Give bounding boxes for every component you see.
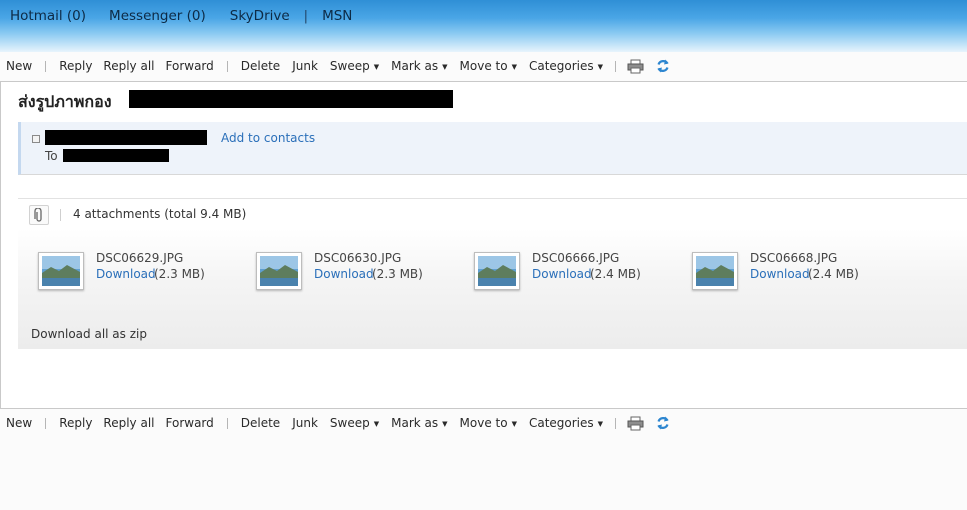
attachment-download-link[interactable]: Download: [314, 267, 374, 281]
image-thumbnail-icon[interactable]: [474, 252, 520, 290]
categories-menu[interactable]: Categories ▼: [529, 59, 603, 73]
sweep-label: Sweep: [329, 416, 370, 430]
mark-as-label: Mark as: [391, 59, 439, 73]
skydrive-link[interactable]: SkyDrive: [230, 8, 290, 24]
attachment-filename: DSC06630.JPG: [314, 251, 402, 265]
attachment-size: (2.3 MB): [372, 267, 423, 281]
attachment-filename: DSC06666.JPG: [532, 251, 620, 265]
mark-as-menu[interactable]: Mark as ▼: [391, 416, 447, 430]
reply-button[interactable]: Reply: [59, 59, 92, 73]
attachment-item: DSC06668.JPG Download (2.4 MB): [692, 250, 912, 294]
mark-as-menu[interactable]: Mark as ▼: [391, 59, 447, 73]
move-to-label: Move to: [459, 416, 508, 430]
printer-icon[interactable]: [626, 415, 644, 431]
message-subject: ส่งรูปภาพกอง: [18, 92, 112, 111]
sweep-menu[interactable]: Sweep ▼: [330, 416, 379, 430]
move-to-menu[interactable]: Move to ▼: [460, 416, 517, 430]
hotmail-link[interactable]: Hotmail (0): [10, 8, 86, 24]
chevron-down-icon: ▼: [511, 63, 517, 71]
image-thumbnail-icon[interactable]: [256, 252, 302, 290]
chevron-down-icon: ▼: [597, 420, 604, 428]
attachments-divider: [60, 209, 61, 221]
sender-pane: Add to contacts To: [18, 122, 967, 175]
attachment-download-link[interactable]: Download: [750, 267, 810, 281]
categories-label: Categories: [528, 59, 594, 73]
toolbar-divider: [226, 60, 228, 72]
new-button[interactable]: New: [6, 59, 32, 73]
toolbar-divider: [615, 60, 617, 72]
redacted-sender: [45, 130, 207, 145]
toolbar-divider: [226, 417, 228, 429]
toolbar-divider: [615, 417, 617, 429]
collapse-toggle-icon[interactable]: [32, 135, 40, 143]
attachment-size: (2.3 MB): [154, 267, 205, 281]
add-to-contacts-link[interactable]: Add to contacts: [221, 131, 315, 145]
attachment-download-link[interactable]: Download: [532, 267, 592, 281]
attachment-size: (2.4 MB): [590, 267, 641, 281]
nav-separator: |: [303, 8, 309, 24]
attachment-item: DSC06666.JPG Download (2.4 MB): [474, 250, 694, 294]
move-to-menu[interactable]: Move to ▼: [460, 59, 517, 73]
delete-button[interactable]: Delete: [241, 416, 280, 430]
delete-button[interactable]: Delete: [241, 59, 280, 73]
to-label: To: [45, 149, 58, 163]
chevron-down-icon: ▼: [373, 63, 380, 71]
chevron-down-icon: ▼: [597, 63, 604, 71]
messenger-link[interactable]: Messenger (0): [109, 8, 206, 24]
junk-button[interactable]: Junk: [292, 59, 318, 73]
reply-button[interactable]: Reply: [59, 416, 92, 430]
chevron-down-icon: ▼: [373, 420, 380, 428]
download-all-zip-link[interactable]: Download all as zip: [31, 327, 147, 341]
forward-button[interactable]: Forward: [166, 59, 214, 73]
message-pane: ส่งรูปภาพกอง Add to contacts To 4 attach…: [0, 81, 967, 409]
refresh-icon[interactable]: [654, 415, 672, 431]
msn-link[interactable]: MSN: [322, 8, 352, 24]
toolbar-divider: [45, 417, 47, 429]
sweep-menu[interactable]: Sweep ▼: [330, 59, 379, 73]
attachment-filename: DSC06668.JPG: [750, 251, 838, 265]
mark-as-label: Mark as: [391, 416, 439, 430]
image-thumbnail-icon[interactable]: [38, 252, 84, 290]
move-to-label: Move to: [459, 59, 508, 73]
toolbar-divider: [45, 60, 47, 72]
message-toolbar-top: New Reply Reply all Forward Delete Junk …: [0, 55, 967, 77]
chevron-down-icon: ▼: [511, 420, 517, 428]
chevron-down-icon: ▼: [442, 63, 448, 71]
categories-menu[interactable]: Categories ▼: [529, 416, 603, 430]
reply-all-button[interactable]: Reply all: [103, 59, 154, 73]
paperclip-icon: [29, 205, 49, 225]
attachment-filename: DSC06629.JPG: [96, 251, 184, 265]
image-thumbnail-icon[interactable]: [692, 252, 738, 290]
message-toolbar-bottom: New Reply Reply all Forward Delete Junk …: [0, 412, 967, 434]
attachment-size: (2.4 MB): [808, 267, 859, 281]
attachment-item: DSC06630.JPG Download (2.3 MB): [256, 250, 476, 294]
junk-button[interactable]: Junk: [292, 416, 318, 430]
attachment-download-link[interactable]: Download: [96, 267, 156, 281]
redacted-recipient: [63, 149, 169, 162]
sweep-label: Sweep: [329, 59, 370, 73]
chevron-down-icon: ▼: [442, 420, 448, 428]
attachments-header: 4 attachments (total 9.4 MB): [18, 198, 967, 231]
attachment-item: DSC06629.JPG Download (2.3 MB): [38, 250, 258, 294]
refresh-icon[interactable]: [654, 58, 672, 74]
top-header: Hotmail (0) Messenger (0) SkyDrive | MSN: [0, 0, 967, 52]
header-nav: Hotmail (0) Messenger (0) SkyDrive | MSN: [0, 6, 352, 26]
redacted-subject: [129, 90, 453, 108]
printer-icon[interactable]: [626, 58, 644, 74]
attachments-summary: 4 attachments (total 9.4 MB): [73, 207, 247, 221]
new-button[interactable]: New: [6, 416, 32, 430]
attachments-panel: DSC06629.JPG Download (2.3 MB) DSC06630.…: [18, 229, 967, 349]
forward-button[interactable]: Forward: [166, 416, 214, 430]
reply-all-button[interactable]: Reply all: [103, 416, 154, 430]
categories-label: Categories: [528, 416, 594, 430]
